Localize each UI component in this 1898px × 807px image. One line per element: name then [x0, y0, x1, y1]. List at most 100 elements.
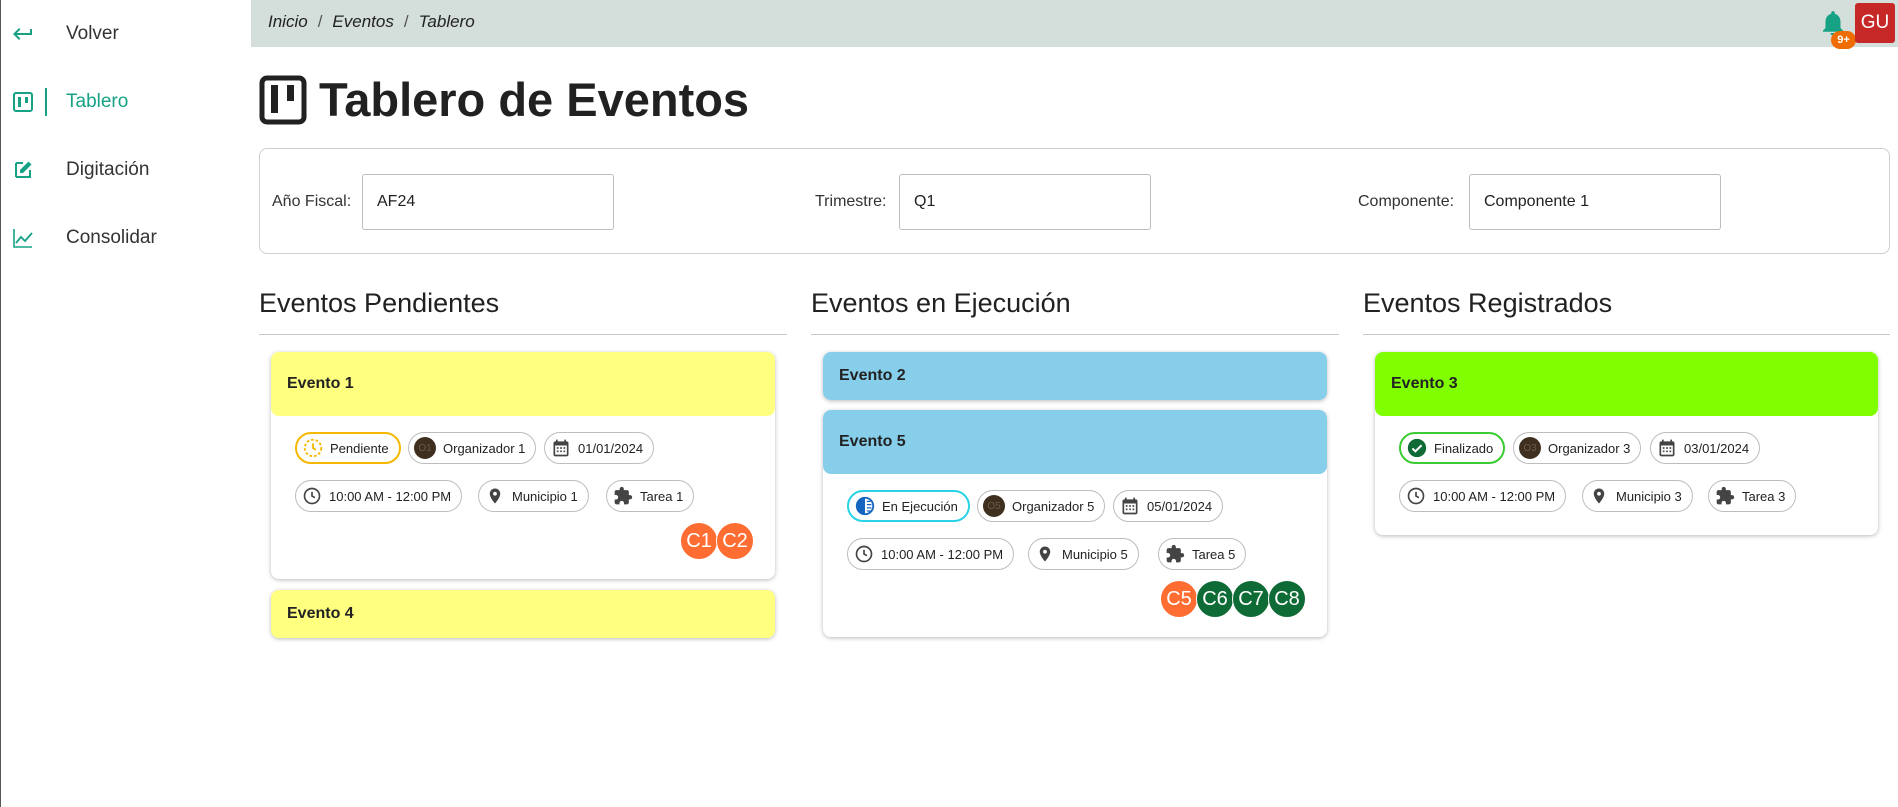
event-title: Evento 5	[839, 433, 906, 450]
column-divider	[259, 334, 787, 335]
column-title-pendientes: Eventos Pendientes	[259, 288, 500, 318]
calendar-icon	[1656, 437, 1678, 459]
event-card[interactable]: Evento 1 Pendiente O1 Organizador 1 01/0…	[271, 352, 775, 579]
fiscal-year-field[interactable]: AF24	[362, 174, 614, 230]
task-chip: Tarea 1	[606, 480, 695, 512]
collaborator-avatar[interactable]: C1	[680, 522, 718, 560]
event-card-header: Evento 3	[1375, 352, 1878, 416]
breadcrumb-inicio[interactable]: Inicio	[268, 12, 308, 32]
organizer-avatar: O3	[1519, 437, 1541, 459]
pending-clock-icon	[302, 437, 324, 459]
event-title: Evento 3	[1391, 375, 1458, 392]
event-card-header: Evento 1	[271, 352, 775, 416]
event-title: Evento 4	[287, 605, 354, 622]
clock-icon	[853, 543, 875, 565]
time-label: 10:00 AM - 12:00 PM	[1433, 488, 1556, 504]
sidebar-item-tablero[interactable]: Tablero	[1, 74, 251, 130]
status-label: En Ejecución	[882, 498, 958, 514]
status-label: Finalizado	[1434, 440, 1494, 456]
task-label: Tarea 3	[1742, 488, 1786, 504]
collaborator-avatar[interactable]: C2	[716, 522, 754, 560]
time-chip: 10:00 AM - 12:00 PM	[295, 480, 463, 512]
sidebar-item-label: Tablero	[66, 91, 129, 112]
breadcrumb-separator: /	[317, 12, 323, 31]
puzzle-icon	[1164, 543, 1186, 565]
column-title-ejecucion: Eventos en Ejecución	[811, 288, 1071, 318]
date-label: 05/01/2024	[1147, 498, 1213, 514]
location-label: Municipio 3	[1616, 488, 1682, 504]
event-card-header: Evento 2	[823, 352, 1327, 400]
breadcrumb-tablero: Tablero	[418, 12, 475, 31]
event-card[interactable]: Evento 5 En Ejecución O5 Organizador 5 0…	[823, 410, 1327, 637]
date-label: 01/01/2024	[578, 440, 644, 456]
organizer-chip: O1 Organizador 1	[408, 432, 537, 464]
calendar-icon	[550, 437, 572, 459]
organizer-avatar: O5	[983, 495, 1005, 517]
check-circle-icon	[1406, 437, 1428, 459]
collaborator-avatar[interactable]: C7	[1232, 580, 1270, 618]
clock-icon	[1405, 485, 1427, 507]
date-chip: 01/01/2024	[544, 432, 655, 464]
breadcrumb: Inicio / Eventos / Tablero	[268, 12, 475, 32]
user-avatar[interactable]: GU	[1855, 3, 1895, 43]
time-chip: 10:00 AM - 12:00 PM	[1399, 480, 1567, 512]
date-label: 03/01/2024	[1684, 440, 1750, 456]
top-bar: Inicio / Eventos / Tablero 9+ GU	[251, 0, 1898, 49]
collaborator-avatar[interactable]: C8	[1268, 580, 1306, 618]
organizer-avatar: O1	[414, 437, 436, 459]
task-label: Tarea 1	[640, 488, 684, 504]
task-label: Tarea 5	[1192, 546, 1236, 562]
sidebar: Volver Tablero Digitación Consolidar	[0, 0, 250, 807]
location-label: Municipio 5	[1062, 546, 1128, 562]
location-chip: Municipio 1	[478, 480, 589, 512]
notifications-badge: 9+	[1831, 31, 1856, 49]
edit-icon	[10, 157, 36, 183]
quarter-field[interactable]: Q1	[899, 174, 1151, 230]
event-title: Evento 2	[839, 367, 906, 384]
time-chip: 10:00 AM - 12:00 PM	[847, 538, 1015, 570]
collaborator-avatar[interactable]: C5	[1160, 580, 1198, 618]
event-card[interactable]: Evento 3 Finalizado O3 Organizador 3 03/…	[1375, 352, 1878, 535]
sidebar-item-label: Volver	[66, 23, 119, 44]
date-chip: 05/01/2024	[1113, 490, 1224, 522]
status-chip: Pendiente	[295, 432, 401, 464]
organizer-label: Organizador 1	[443, 440, 526, 456]
chart-line-icon	[10, 225, 36, 251]
sidebar-item-consolidar[interactable]: Consolidar	[1, 210, 251, 266]
fiscal-year-label: Año Fiscal:	[272, 193, 352, 210]
sidebar-item-digitacion[interactable]: Digitación	[1, 142, 251, 198]
clock-icon	[301, 485, 323, 507]
component-field[interactable]: Componente 1	[1469, 174, 1721, 230]
status-label: Pendiente	[330, 440, 389, 456]
quarter-label: Trimestre:	[815, 193, 887, 210]
column-divider	[1363, 334, 1890, 335]
date-chip: 03/01/2024	[1650, 432, 1761, 464]
event-card-header: Evento 5	[823, 410, 1327, 474]
component-label: Componente:	[1358, 193, 1455, 210]
organizer-chip: O3 Organizador 3	[1513, 432, 1642, 464]
location-pin-icon	[1588, 485, 1610, 507]
filters-panel: Año Fiscal: AF24 Trimestre: Q1 Component…	[259, 148, 1890, 254]
column-divider	[811, 334, 1339, 335]
location-pin-icon	[484, 485, 506, 507]
page-title-text: Tablero de Eventos	[319, 73, 750, 126]
sidebar-item-label: Digitación	[66, 159, 150, 180]
task-chip: Tarea 5	[1158, 538, 1247, 570]
board-icon	[259, 75, 307, 125]
location-chip: Municipio 3	[1582, 480, 1693, 512]
location-chip: Municipio 5	[1028, 538, 1139, 570]
event-card[interactable]: Evento 4	[271, 590, 775, 638]
event-card[interactable]: Evento 2	[823, 352, 1327, 400]
event-card-header: Evento 4	[271, 590, 775, 638]
time-label: 10:00 AM - 12:00 PM	[881, 546, 1004, 562]
location-label: Municipio 1	[512, 488, 578, 504]
board-icon	[10, 89, 36, 115]
sidebar-item-volver[interactable]: Volver	[1, 6, 251, 62]
breadcrumb-eventos[interactable]: Eventos	[332, 12, 393, 32]
event-title: Evento 1	[287, 375, 354, 392]
organizer-label: Organizador 3	[1548, 440, 1631, 456]
puzzle-icon	[612, 485, 634, 507]
collaborator-avatar[interactable]: C6	[1196, 580, 1234, 618]
column-title-registrados: Eventos Registrados	[1363, 288, 1613, 318]
calendar-icon	[1119, 495, 1141, 517]
